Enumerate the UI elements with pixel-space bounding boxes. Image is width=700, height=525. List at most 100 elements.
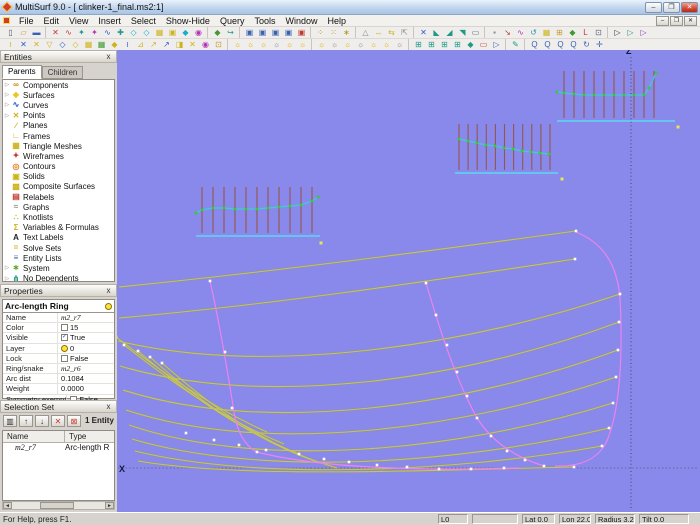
property-value[interactable]: 0: [58, 344, 74, 353]
clear-all-button[interactable]: ⊠: [67, 414, 81, 427]
entity-edit-button[interactable]: ↪: [224, 27, 237, 38]
ring-tool-11-button[interactable]: ⊿: [134, 39, 147, 50]
property-value[interactable]: 15: [58, 323, 78, 332]
expand-icon[interactable]: ▷: [3, 113, 11, 119]
property-value[interactable]: ✓ True: [58, 333, 85, 342]
columns-button[interactable]: ▥: [3, 414, 17, 427]
sidebar-item-wireframes[interactable]: ✦ Wireframes: [3, 151, 114, 161]
ring-tool-12-button[interactable]: ↗: [147, 39, 160, 50]
sidebar-item-entity-lists[interactable]: ≡ Entity Lists: [3, 253, 114, 263]
layer-copy-2-button[interactable]: ⊞: [425, 39, 438, 50]
menu-window[interactable]: Window: [280, 15, 322, 27]
measure-dist-button[interactable]: ↔: [372, 27, 385, 38]
grid-3-button[interactable]: ∗: [340, 27, 353, 38]
scroll-right-icon[interactable]: ►: [105, 502, 114, 509]
ring-tool-6-button[interactable]: ◇: [69, 39, 82, 50]
ring-tool-16-button[interactable]: ◉: [199, 39, 212, 50]
mesh-tool-button[interactable]: ▦: [153, 27, 166, 38]
expand-icon[interactable]: ▷: [3, 82, 11, 88]
show-children-button[interactable]: ☼: [257, 39, 270, 50]
box-tool-button[interactable]: ⊡: [592, 27, 605, 38]
hide-7-button[interactable]: ☼: [393, 39, 406, 50]
zoom-out-button[interactable]: Q: [567, 39, 580, 50]
surface-tool-button[interactable]: ◇: [127, 27, 140, 38]
ring-tool-5-button[interactable]: ◇: [56, 39, 69, 50]
select-add-button[interactable]: ▷: [624, 27, 637, 38]
document-icon[interactable]: [3, 17, 10, 24]
zoom-extents-button[interactable]: Q: [554, 39, 567, 50]
selection-row[interactable]: m2_r7 Arc-length R: [3, 443, 114, 453]
flag-2-button[interactable]: ◢: [443, 27, 456, 38]
hide-5-button[interactable]: ☼: [367, 39, 380, 50]
hide-selected-button[interactable]: ☼: [270, 39, 283, 50]
sidebar-item-frames[interactable]: ∟ Frames: [3, 131, 114, 141]
flag-3-button[interactable]: ◥: [456, 27, 469, 38]
scrollbar-thumb[interactable]: [40, 502, 74, 509]
layer-copy-4-button[interactable]: ⊞: [451, 39, 464, 50]
property-value[interactable]: False: [58, 354, 88, 363]
layer-solid-button[interactable]: ◆: [464, 39, 477, 50]
new-file-button[interactable]: ▯: [4, 27, 17, 38]
point-tool-button[interactable]: ∿: [62, 27, 75, 38]
sidebar-item-points[interactable]: ▷ ✕ Points: [3, 111, 114, 121]
solid-tool-button[interactable]: ◆: [179, 27, 192, 38]
hide-4-button[interactable]: ☼: [354, 39, 367, 50]
ring-tool-9-button[interactable]: ◆: [108, 39, 121, 50]
expand-icon[interactable]: ▷: [3, 276, 11, 281]
menu-file[interactable]: File: [14, 15, 39, 27]
sidebar-item-composite-surfaces[interactable]: ▩ Composite Surfaces: [3, 182, 114, 192]
show-selected-button[interactable]: ☼: [231, 39, 244, 50]
surface-tool-2-button[interactable]: ◇: [140, 27, 153, 38]
sidebar-item-knotlists[interactable]: ∴ Knotlists: [3, 212, 114, 223]
contour-tool-button[interactable]: ◉: [192, 27, 205, 38]
move-down-button[interactable]: ↓: [35, 414, 49, 427]
move-up-button[interactable]: ↑: [19, 414, 33, 427]
zoom-in-button[interactable]: Q: [528, 39, 541, 50]
layer-copy-1-button[interactable]: ⊞: [412, 39, 425, 50]
open-file-button[interactable]: ▱: [17, 27, 30, 38]
show-layer-button[interactable]: ☼: [283, 39, 296, 50]
minimize-button[interactable]: –: [645, 1, 662, 13]
property-value[interactable]: 0.1084: [58, 374, 84, 383]
property-value[interactable]: m2_r6: [58, 364, 81, 373]
color-swatch[interactable]: [61, 324, 68, 332]
layer-note-button[interactable]: ▭: [477, 39, 490, 50]
curve-tool-button[interactable]: ∿: [101, 27, 114, 38]
grid-1-button[interactable]: ⁘: [314, 27, 327, 38]
ring-tool-13-button[interactable]: ↗: [160, 39, 173, 50]
column-header-type[interactable]: Type: [65, 431, 86, 442]
ring-tool-14-button[interactable]: ◨: [173, 39, 186, 50]
plane-tool-button[interactable]: ▣: [166, 27, 179, 38]
hide-2-button[interactable]: ☼: [328, 39, 341, 50]
ring-tool-10-button[interactable]: ≀: [121, 39, 134, 50]
ring-tool-1-button[interactable]: ≀: [4, 39, 17, 50]
hide-1-button[interactable]: ☼: [315, 39, 328, 50]
ring-tool-2-button[interactable]: ✕: [17, 39, 30, 50]
column-header-name[interactable]: Name: [3, 431, 65, 442]
bead-tool-button[interactable]: ✦: [75, 27, 88, 38]
sketch-tool-button[interactable]: ✎: [509, 39, 522, 50]
menu-view[interactable]: View: [64, 15, 93, 27]
entities-close-icon[interactable]: x: [104, 52, 113, 61]
properties-close-icon[interactable]: x: [104, 286, 113, 295]
layer-next-button[interactable]: ▷: [490, 39, 503, 50]
view-quad-button[interactable]: ▣: [282, 27, 295, 38]
property-value[interactable]: 0.0000: [58, 384, 84, 393]
view-wireframe-button[interactable]: ▣: [243, 27, 256, 38]
select-arrow-button[interactable]: ▷: [611, 27, 624, 38]
zoom-window-button[interactable]: Q: [541, 39, 554, 50]
rotate-view-button[interactable]: ↻: [580, 39, 593, 50]
delete-tool-button[interactable]: ✕: [49, 27, 62, 38]
table-view-button[interactable]: ⊞: [553, 27, 566, 38]
checkbox-unchecked[interactable]: [61, 354, 68, 362]
sidebar-item-triangle-meshes[interactable]: ▦ Triangle Meshes: [3, 141, 114, 151]
maximize-button[interactable]: ❐: [663, 1, 680, 13]
menu-edit[interactable]: Edit: [39, 15, 65, 27]
remove-button[interactable]: ✕: [51, 414, 65, 427]
sidebar-item-surfaces[interactable]: ▷ ◈ Surfaces: [3, 90, 114, 100]
hide-6-button[interactable]: ☼: [380, 39, 393, 50]
select-special-button[interactable]: ▷: [637, 27, 650, 38]
menu-help[interactable]: Help: [323, 15, 352, 27]
ring-tool-3-button[interactable]: ✕: [30, 39, 43, 50]
selection-close-icon[interactable]: x: [104, 402, 113, 411]
